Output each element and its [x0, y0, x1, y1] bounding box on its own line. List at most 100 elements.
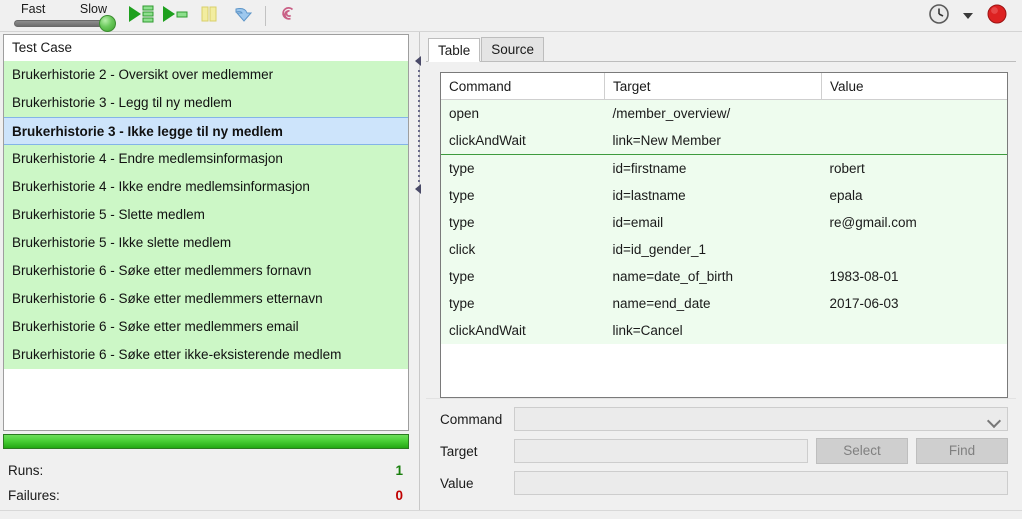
command-cell-value[interactable]: 2017-06-03 — [821, 290, 1007, 317]
command-cell-command[interactable]: type — [441, 263, 605, 290]
test-case-item[interactable]: Brukerhistorie 2 - Oversikt over medlemm… — [4, 61, 408, 89]
pause-resume-button[interactable] — [192, 2, 226, 30]
column-header-command[interactable]: Command — [441, 73, 605, 100]
command-row[interactable]: type id=firstname robert — [441, 154, 1007, 182]
command-cell-target[interactable]: link=New Member — [604, 127, 822, 155]
status-strip — [0, 510, 1022, 519]
command-cell-target[interactable]: id=email — [604, 209, 822, 236]
test-case-item[interactable]: Brukerhistorie 4 - Endre medlemsinformas… — [4, 145, 408, 173]
command-table-header-row: Command Target Value — [441, 73, 1007, 100]
command-cell-value[interactable] — [821, 99, 1007, 127]
command-table-head: Command Target Value — [441, 73, 1007, 100]
runs-label: Runs: — [8, 463, 44, 478]
test-case-item[interactable]: Brukerhistorie 4 - Ikke endre medlemsinf… — [4, 173, 408, 201]
apply-rollup-button[interactable] — [271, 2, 305, 30]
record-button-icon — [986, 3, 1008, 28]
schedule-dropdown-button[interactable] — [959, 2, 977, 30]
play-entire-suite-button[interactable] — [124, 2, 158, 30]
record-button[interactable] — [980, 2, 1014, 30]
splitter-grip-icon — [418, 70, 420, 182]
command-cell-command[interactable]: clickAndWait — [441, 317, 605, 344]
command-cell-target[interactable]: link=Cancel — [604, 317, 822, 344]
command-cell-target[interactable]: /member_overview/ — [604, 99, 822, 127]
toolbar-separator — [265, 5, 266, 26]
run-progress-bar — [3, 434, 409, 449]
select-button[interactable]: Select — [816, 438, 908, 464]
splitter-collapse-left-icon[interactable] — [415, 56, 421, 66]
test-case-item[interactable]: Brukerhistorie 6 - Søke etter ikke-eksis… — [4, 341, 408, 369]
command-cell-command[interactable]: clickAndWait — [441, 127, 605, 155]
panel-splitter[interactable] — [412, 32, 426, 510]
command-cell-target[interactable]: name=end_date — [604, 290, 822, 317]
test-suite-header: Test Case — [4, 35, 408, 61]
step-button[interactable] — [226, 2, 260, 30]
splitter-collapse-left-icon-2[interactable] — [415, 184, 421, 194]
command-cell-value[interactable]: re@gmail.com — [821, 209, 1007, 236]
command-row[interactable]: open/member_overview/ — [441, 99, 1007, 127]
find-button[interactable]: Find — [916, 438, 1008, 464]
speed-fast-label: Fast — [21, 1, 46, 16]
test-case-items[interactable]: Brukerhistorie 2 - Oversikt over medlemm… — [4, 61, 408, 430]
command-table-wrapper[interactable]: Command Target Value open/member_overvie… — [440, 72, 1008, 398]
spiral-icon — [278, 4, 298, 27]
pause-icon — [200, 5, 218, 26]
runs-value: 1 — [395, 463, 403, 478]
test-case-item-selected[interactable]: Brukerhistorie 3 - Ikke legge til ny med… — [4, 117, 408, 145]
speed-slider-labels: Fast Slow — [12, 2, 116, 16]
test-suite-list[interactable]: Test Case Brukerhistorie 2 - Oversikt ov… — [3, 34, 409, 431]
command-editor-form: Command Target Select Find Value — [426, 398, 1016, 510]
test-case-item[interactable]: Brukerhistorie 6 - Søke etter medlemmers… — [4, 285, 408, 313]
column-header-value[interactable]: Value — [821, 73, 1007, 100]
command-cell-target[interactable]: name=date_of_birth — [604, 263, 822, 290]
command-row[interactable]: type name=date_of_birth 1983-08-01 — [441, 263, 1007, 290]
execution-speed-slider[interactable]: Fast Slow — [12, 1, 116, 32]
command-table[interactable]: Command Target Value open/member_overvie… — [441, 73, 1007, 344]
chevron-down-icon — [986, 413, 1002, 429]
test-suite-panel: Test Case Brukerhistorie 2 - Oversikt ov… — [0, 32, 412, 510]
editor-tabs: Table Source — [426, 32, 1016, 62]
target-input[interactable] — [514, 439, 808, 463]
command-row[interactable]: type id=lastname epala — [441, 182, 1007, 209]
test-case-item[interactable]: Brukerhistorie 5 - Slette medlem — [4, 201, 408, 229]
command-cell-value[interactable] — [821, 236, 1007, 263]
tab-table[interactable]: Table — [428, 38, 481, 62]
command-cell-command[interactable]: click — [441, 236, 605, 263]
test-case-item[interactable]: Brukerhistorie 6 - Søke etter medlemmers… — [4, 313, 408, 341]
command-table-body[interactable]: open/member_overview/clickAndWait link=Ne… — [441, 99, 1007, 344]
command-cell-value[interactable] — [821, 317, 1007, 344]
test-case-item[interactable]: Brukerhistorie 6 - Søke etter medlemmers… — [4, 257, 408, 285]
command-cell-command[interactable]: type — [441, 290, 605, 317]
command-cell-value[interactable] — [821, 127, 1007, 155]
command-cell-value[interactable]: 1983-08-01 — [821, 263, 1007, 290]
command-row[interactable]: type name=end_date 2017-06-03 — [441, 290, 1007, 317]
schedule-button[interactable] — [922, 2, 956, 30]
toolbar: Fast Slow — [0, 0, 1022, 32]
command-cell-command[interactable]: type — [441, 154, 605, 182]
command-cell-value[interactable]: epala — [821, 182, 1007, 209]
main-split: Test Case Brukerhistorie 2 - Oversikt ov… — [0, 32, 1022, 510]
command-cell-value[interactable]: robert — [821, 154, 1007, 182]
command-row[interactable]: clickAndWait link=Cancel — [441, 317, 1007, 344]
tab-source[interactable]: Source — [481, 37, 545, 61]
command-select[interactable] — [514, 407, 1008, 431]
failures-value: 0 — [395, 488, 403, 503]
command-cell-command[interactable]: type — [441, 182, 605, 209]
command-cell-target[interactable]: id=lastname — [604, 182, 822, 209]
command-row[interactable]: type id=email re@gmail.com — [441, 209, 1007, 236]
command-row[interactable]: click id=id_gender_1 — [441, 236, 1007, 263]
command-cell-target[interactable]: id=id_gender_1 — [604, 236, 822, 263]
value-input[interactable] — [514, 471, 1008, 495]
test-case-item[interactable]: Brukerhistorie 3 - Legg til ny medlem — [4, 89, 408, 117]
column-header-target[interactable]: Target — [604, 73, 822, 100]
test-case-item[interactable]: Brukerhistorie 5 - Ikke slette medlem — [4, 229, 408, 257]
speed-slow-label: Slow — [79, 1, 107, 16]
command-cell-command[interactable]: open — [441, 99, 605, 127]
command-cell-command[interactable]: type — [441, 209, 605, 236]
command-row[interactable]: clickAndWait link=New Member — [441, 127, 1007, 155]
play-current-test-case-button[interactable] — [158, 2, 192, 30]
value-field-row: Value — [440, 467, 1008, 499]
command-cell-target[interactable]: id=firstname — [604, 154, 822, 182]
speed-slider-knob[interactable] — [99, 14, 116, 32]
play-one-icon — [162, 5, 188, 26]
failures-row: Failures: 0 — [8, 483, 403, 508]
